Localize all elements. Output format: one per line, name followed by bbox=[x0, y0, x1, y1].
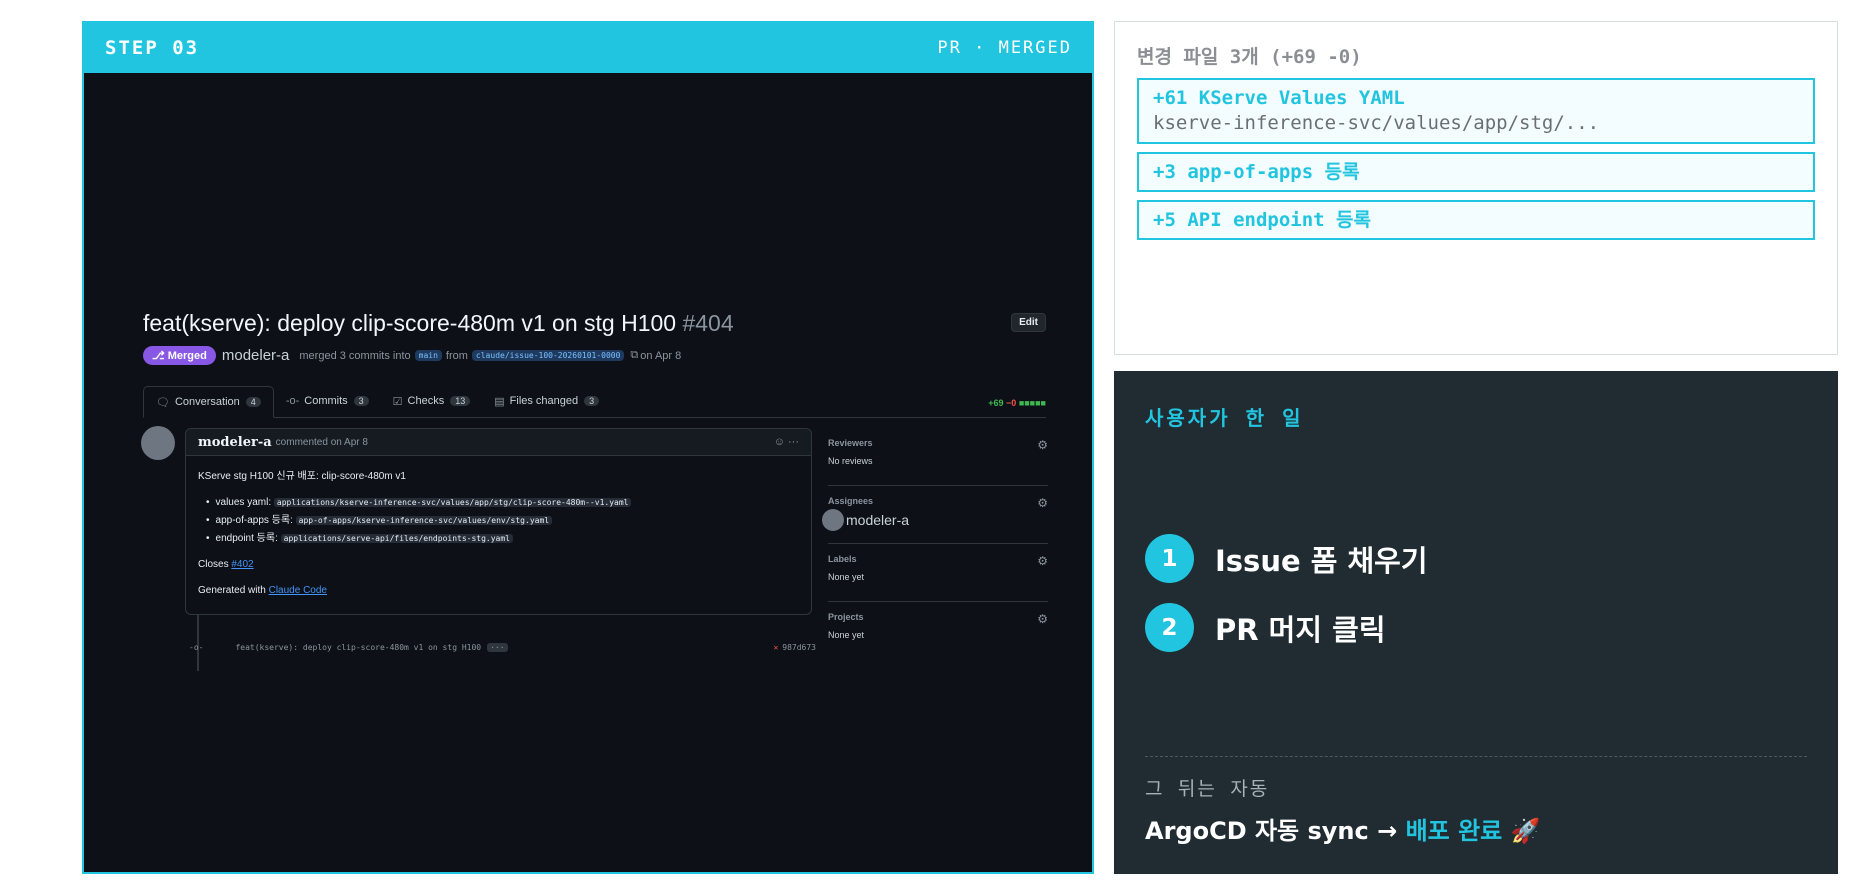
changed-files-panel: 변경 파일 3개 (+69 -0) +61 KServe Values YAML… bbox=[1114, 21, 1838, 355]
step-text: Issue 폼 채우기 bbox=[1215, 543, 1428, 578]
step-text: PR 머지 클릭 bbox=[1215, 612, 1386, 647]
user-step: 1 Issue 폼 채우기 bbox=[1145, 534, 1428, 583]
copy-icon[interactable]: ⧉ bbox=[630, 349, 638, 362]
commit-icon: -o- bbox=[189, 643, 204, 652]
pr-meta: ⎇ Merged modeler-a merged 3 commits into… bbox=[143, 346, 681, 365]
step-number: 2 bbox=[1145, 603, 1194, 652]
sidebar-assignees: Assignees modeler-a ⚙ bbox=[822, 486, 1048, 544]
pr-author-link[interactable]: modeler-a bbox=[222, 347, 290, 364]
claude-code-link[interactable]: Claude Code bbox=[269, 585, 327, 596]
commit-sha[interactable]: 987d673 bbox=[782, 643, 816, 652]
user-actions-panel: 사용자가 한 일 1 Issue 폼 채우기 2 PR 머지 클릭 그 뒤는 자… bbox=[1114, 371, 1838, 874]
tab-commits[interactable]: -o- Commits 3 bbox=[274, 385, 381, 417]
diffstat: +69 −0 ■■■■■ bbox=[988, 398, 1046, 408]
divider bbox=[1145, 756, 1807, 757]
base-branch[interactable]: main bbox=[414, 350, 442, 361]
github-pr-view: feat(kserve): deploy clip-score-480m v1 … bbox=[84, 23, 1092, 872]
edit-button[interactable]: Edit bbox=[1011, 313, 1046, 332]
assignee-name[interactable]: modeler-a bbox=[846, 512, 909, 528]
checklist-icon: ☑ bbox=[392, 395, 403, 408]
comment-actions-icon[interactable]: ☺ ··· bbox=[774, 436, 799, 448]
commit-message[interactable]: feat(kserve): deploy clip-score-480m v1 … bbox=[235, 643, 481, 652]
head-branch[interactable]: claude/issue-100-20260101-0000 bbox=[471, 350, 625, 361]
file-item: +5 API endpoint 등록 bbox=[1137, 200, 1815, 240]
gear-icon[interactable]: ⚙ bbox=[1037, 438, 1048, 452]
gear-icon[interactable]: ⚙ bbox=[1037, 496, 1048, 510]
expand-commit-button[interactable]: ··· bbox=[487, 643, 508, 652]
sidebar-projects: Projects None yet ⚙ bbox=[828, 612, 1048, 640]
commit-row: -o- feat(kserve): deploy clip-score-480m… bbox=[189, 643, 816, 652]
file-item: +61 KServe Values YAML kserve-inference-… bbox=[1137, 78, 1815, 144]
issue-link[interactable]: #402 bbox=[231, 559, 253, 570]
pr-step-panel: STEP 03 PR · MERGED feat(kserve): deploy… bbox=[82, 21, 1094, 874]
file-item: +3 app-of-apps 등록 bbox=[1137, 152, 1815, 192]
step-number: 1 bbox=[1145, 534, 1194, 583]
rocket-icon: 🚀 bbox=[1510, 817, 1541, 845]
files-title: 변경 파일 3개 (+69 -0) bbox=[1137, 46, 1362, 68]
pr-sidebar: Reviewers No reviews ⚙ Assignees modeler… bbox=[822, 428, 1048, 660]
user-actions-title: 사용자가 한 일 bbox=[1145, 406, 1304, 430]
tab-conversation[interactable]: 🗨 Conversation 4 bbox=[143, 386, 274, 418]
merge-icon: ⎇ bbox=[152, 350, 168, 362]
list-item: app-of-apps 등록: app-of-apps/kserve-infer… bbox=[206, 512, 799, 530]
pr-title: feat(kserve): deploy clip-score-480m v1 … bbox=[143, 310, 734, 336]
comment-header: modeler-a commented on Apr 8 ☺ ··· bbox=[186, 429, 811, 456]
list-item: values yaml: applications/kserve-inferen… bbox=[206, 494, 799, 512]
list-item: endpoint 등록: applications/serve-api/file… bbox=[206, 530, 799, 548]
commit-icon: -o- bbox=[285, 395, 300, 407]
tab-files-changed[interactable]: ▤ Files changed 3 bbox=[482, 385, 611, 417]
after-text: ArgoCD 자동 sync → 배포 완료 🚀 bbox=[1145, 817, 1541, 845]
pr-number: #404 bbox=[682, 310, 734, 336]
sidebar-labels: Labels None yet ⚙ bbox=[828, 544, 1048, 602]
diffstat-blocks: ■■■■■ bbox=[1018, 398, 1046, 408]
comment-author[interactable]: modeler-a bbox=[198, 435, 272, 450]
pr-comment: modeler-a commented on Apr 8 ☺ ··· KServ… bbox=[185, 428, 812, 615]
user-step: 2 PR 머지 클릭 bbox=[1145, 603, 1386, 652]
status-failed-icon[interactable]: ✕ bbox=[773, 643, 778, 652]
after-label: 그 뒤는 자동 bbox=[1145, 778, 1270, 800]
avatar bbox=[822, 509, 844, 531]
comment-icon: 🗨 bbox=[156, 396, 170, 409]
gear-icon[interactable]: ⚙ bbox=[1037, 554, 1048, 568]
file-diff-icon: ▤ bbox=[494, 395, 505, 408]
sidebar-reviewers: Reviewers No reviews ⚙ bbox=[828, 428, 1048, 486]
tab-checks[interactable]: ☑ Checks 13 bbox=[381, 385, 483, 417]
merged-badge: ⎇ Merged bbox=[143, 346, 216, 365]
comment-body: KServe stg H100 신규 배포: clip-score-480m v… bbox=[186, 456, 811, 612]
gear-icon[interactable]: ⚙ bbox=[1037, 612, 1048, 626]
avatar[interactable] bbox=[141, 426, 175, 460]
pr-tabs: 🗨 Conversation 4 -o- Commits 3 ☑ Checks 13 … bbox=[143, 386, 1046, 418]
